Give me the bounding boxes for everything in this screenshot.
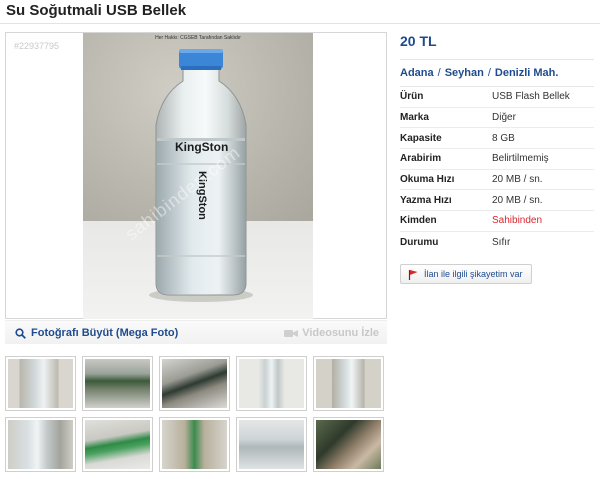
photo-actions-bar: Fotoğrafı Büyüt (Mega Foto) Videosunu İz… [5,320,387,344]
spec-key: Kapasite [400,132,442,144]
spec-row-kapasite: Kapasite 8 GB [400,128,594,150]
watch-video-label: Videosunu İzle [302,327,379,339]
breadcrumb-separator: / [487,67,491,79]
thumbnail-6-image [8,420,73,469]
report-listing-label: İlan ile ilgili şikayetim var [424,269,523,279]
video-camera-icon [284,329,299,337]
title-divider [0,23,600,24]
thumbnail-5[interactable] [313,356,384,411]
enlarge-photo-link[interactable]: Fotoğrafı Büyüt (Mega Foto) [15,327,178,339]
spec-key: Okuma Hızı [400,174,455,186]
thumbnail-4-image [239,359,304,408]
thumbnail-5-image [316,359,381,408]
price-divider [400,59,594,60]
breadcrumb-neighborhood[interactable]: Denizli Mah. [495,67,559,79]
spec-value: 20 MB / sn. [492,194,543,206]
flag-icon [408,269,418,280]
spec-row-arabirim: Arabirim Belirtilmemiş [400,149,594,170]
thumbnail-3[interactable] [159,356,230,411]
spec-value: Belirtilmemiş [492,153,549,165]
spec-value: 8 GB [492,132,515,144]
listing-title: Su Soğutmali USB Bellek [6,2,187,19]
spec-row-kimden: Kimden Sahibinden [400,211,594,232]
thumbnail-4[interactable] [236,356,307,411]
thumbnail-6[interactable] [5,417,76,472]
thumbnail-9-image [239,420,304,469]
spec-value: Diğer [492,112,516,124]
thumbnail-2[interactable] [82,356,153,411]
thumbnail-10-image [316,420,381,469]
spec-value: USB Flash Bellek [492,91,570,103]
breadcrumb-separator: / [437,67,441,79]
thumbnail-7-image [85,420,150,469]
location-breadcrumb: Adana / Seyhan / Denizli Mah. [400,67,558,79]
spec-row-urun: Ürün USB Flash Bellek [400,87,594,108]
watch-video-link[interactable]: Videosunu İzle [284,327,379,339]
magnifier-icon [15,327,26,339]
thumbnail-2-image [85,359,150,408]
photo-id-watermark: #22937795 [14,41,60,51]
thumbnail-8-image [162,420,227,469]
spec-key: Arabirim [400,153,442,165]
thumbnail-9[interactable] [236,417,307,472]
spec-key: Kimden [400,215,437,227]
listing-price: 20 TL [400,33,437,49]
spec-value: Sıfır [492,236,511,248]
thumbnail-10[interactable] [313,417,384,472]
thumbnail-1[interactable] [5,356,76,411]
thumbnail-8[interactable] [159,417,230,472]
spec-key: Ürün [400,91,424,103]
seller-type-value: Sahibinden [492,215,543,227]
thumbnail-3-image [162,359,227,408]
spec-row-okuma-hizi: Okuma Hızı 20 MB / sn. [400,170,594,191]
enlarge-photo-label: Fotoğrafı Büyüt (Mega Foto) [31,327,179,339]
spec-row-durumu: Durumu Sıfır [400,232,594,253]
spec-key: Yazma Hızı [400,194,452,206]
main-photo[interactable]: Her Hakkı: CGSEB Tarafından Saklıdır Kin… [83,33,313,319]
specs-table: Ürün USB Flash Bellek Marka Diğer Kapasi… [400,87,594,253]
breadcrumb-city[interactable]: Adana [400,67,434,79]
thumbnail-7[interactable] [82,417,153,472]
spec-row-marka: Marka Diğer [400,108,594,129]
breadcrumb-district[interactable]: Seyhan [445,67,484,79]
thumbnail-1-image [8,359,73,408]
spec-row-yazma-hizi: Yazma Hızı 20 MB / sn. [400,190,594,212]
spec-value: 20 MB / sn. [492,174,543,186]
spec-key: Marka [400,112,429,124]
spec-key: Durumu [400,236,439,248]
main-photo-frame[interactable]: #22937795 Her Hakkı: CGSEB Tarafından Sa… [5,32,387,319]
report-listing-button[interactable]: İlan ile ilgili şikayetim var [400,264,532,284]
